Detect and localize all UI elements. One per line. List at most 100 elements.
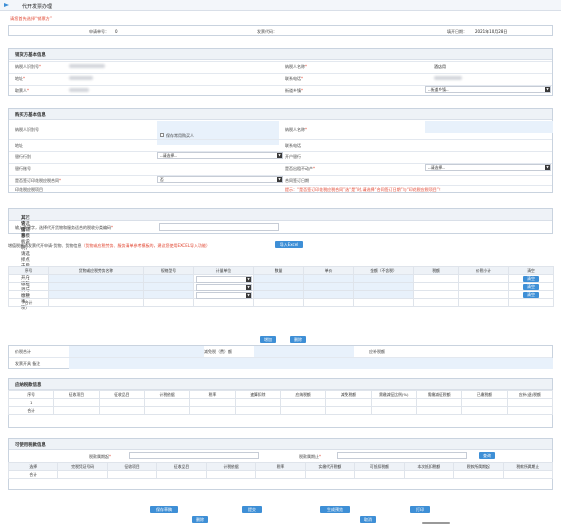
select-hint: 请您首先选择“销票方”: [10, 16, 53, 21]
account-label: 银行账号: [15, 166, 31, 171]
col-price: 单价: [303, 266, 354, 275]
col-reduction: 减免税额: [325, 390, 372, 399]
other-info-section: 其它信息 （若请选择辅导模板说明，请选择点击后选择开户缴税调与缴税事项） 输入关键…: [8, 208, 553, 311]
col-amount: 金额（不含税）: [353, 266, 414, 275]
stamp-hint: 提示：“是否签订印花税应税合同”选“是”时,请选择“合同签订日期”与“印花税应税…: [285, 187, 443, 192]
table-row: 2 ▼ 清空: [8, 282, 554, 291]
chevron-down-icon: ▼: [277, 153, 282, 158]
table-row: 1: [7, 398, 554, 407]
deduct-table: 选择 完税凭证号码 征收项目 征收品目 计税依据 税率 实缴代开税额 可抵扣税额…: [7, 462, 554, 479]
col-levy-item: 征收项目: [106, 462, 158, 471]
chevron-down-icon: ▼: [545, 165, 550, 170]
chevron-down-icon: ▼: [246, 277, 251, 282]
period-start-label: 税款属期起*: [89, 454, 111, 459]
remark-label: 发票开具 备注: [15, 361, 41, 366]
table-row: 1 ▼ 清空: [8, 274, 554, 283]
fill-date-label: 填开日期：: [447, 28, 467, 34]
apply-no-value: 0: [115, 28, 118, 34]
delete-row-button[interactable]: 删除: [290, 336, 306, 343]
tax-table: 序号 征收项目 征收品目 计税依据 税率 速算扣除 应纳税额 减免税额 需缴减征…: [7, 390, 554, 415]
period-start-input[interactable]: [129, 452, 259, 459]
save-common-checkbox[interactable]: [160, 133, 164, 137]
invoice-code-label: 发票代码：: [257, 28, 277, 34]
save-draft-button[interactable]: 保存草稿: [150, 506, 178, 513]
col-reduce-ratio: 需缴减征比例(%): [370, 390, 417, 399]
print-button[interactable]: 打印: [410, 506, 430, 513]
col-levy-subitem: 征收品目: [156, 462, 207, 471]
clear-row-button[interactable]: 清空: [523, 283, 539, 290]
rent-flag-label: 是否出租不动产*: [285, 166, 315, 171]
branch-label: 开户银行: [285, 154, 301, 159]
bank-select[interactable]: --请选择-- ▼: [157, 152, 283, 159]
total-row: 合计: [7, 406, 554, 415]
col-no: 序号: [8, 266, 49, 275]
township-select[interactable]: --街道乡镇-- ▼: [425, 86, 551, 93]
play-arrow-icon: [4, 3, 9, 7]
col-no: 序号: [7, 390, 55, 399]
col-deductible: 可抵扣税额: [354, 462, 405, 471]
keyword-input[interactable]: [159, 223, 279, 231]
col-tax-due: 应纳税额: [279, 390, 327, 399]
col-rate: 税率: [189, 390, 236, 399]
col-period-start: 税款所属期起: [453, 462, 504, 471]
stamp-item-label: 印花税应税项目: [15, 187, 43, 192]
col-rate: 税率: [255, 462, 306, 471]
import-excel-button[interactable]: 导入Excel: [275, 241, 303, 248]
invoice-header-row: 申请单号： 0 发票代码： 填开日期： 2021年10月28日: [8, 25, 553, 36]
col-paid-tax: 实缴代开税额: [304, 462, 356, 471]
query-button[interactable]: 查询: [479, 452, 495, 459]
buyer-name-label: 纳税人名称*: [285, 127, 307, 132]
reduction-label: 减免税（费）额: [204, 349, 232, 354]
total-row: 合计: [7, 470, 554, 479]
seller-address-label: 地址*: [15, 76, 25, 81]
unit-select[interactable]: ▼: [196, 292, 252, 299]
seller-phone-label: 联系电话*: [285, 76, 303, 81]
preview-button[interactable]: 生成预览: [320, 506, 350, 513]
seller-name-label: 纳税人名称*: [285, 64, 307, 69]
col-voucher-no: 完税凭证号码: [57, 462, 108, 471]
ticket-party-label: 取票人*: [15, 88, 29, 93]
buyer-phone-label: 联系电话: [285, 143, 301, 148]
keyword-label: 输入关键字，选择代开货物和服务适合的税收分类编码*: [15, 225, 113, 230]
submit-button[interactable]: 提交: [242, 506, 262, 513]
buyer-section-title: 购买方基本信息: [15, 113, 46, 118]
cancel-button[interactable]: 取消: [360, 516, 376, 523]
buyer-taxid-label: 纳税人识别号: [15, 127, 39, 132]
col-levy-subitem: 征收品目: [98, 390, 145, 399]
summary-section: 价税合计 减免税（费）额 应补税额 发票开具 备注: [8, 345, 553, 369]
stamp-contract-select[interactable]: 否 ▼: [157, 176, 283, 183]
seller-section-title: 销货方基本信息: [15, 53, 46, 58]
chevron-down-icon: ▼: [246, 293, 251, 298]
col-period-end: 税款所属期止: [502, 462, 554, 471]
col-basis: 计税依据: [143, 390, 191, 399]
col-refund: 应补(退)税额: [506, 390, 554, 399]
col-goods-name: 货物或应税劳务名称: [48, 266, 144, 275]
table-row: 3 ▼ 清空: [8, 290, 554, 299]
seller-phone-value: [434, 76, 462, 80]
ticket-party-value: [69, 88, 89, 92]
buyer-address-label: 地址: [15, 143, 23, 148]
rent-flag-select[interactable]: --请选择-- ▼: [425, 164, 551, 171]
page-title: 代开发票办理: [22, 3, 53, 10]
chevron-down-icon: ▼: [277, 177, 282, 182]
import-hint: 增值税普通发票代开申请-货物、货物信息（货物或应税劳务、服务清单参考模板的，建议…: [8, 243, 210, 248]
col-clear: 清空: [508, 266, 554, 275]
apply-no-label: 申请单号：: [89, 28, 109, 34]
period-end-input[interactable]: [337, 452, 467, 459]
township-label: 街道乡镇*: [285, 88, 303, 93]
col-unit: 计量单位: [193, 266, 254, 275]
delete-button[interactable]: 删除: [192, 516, 208, 523]
col-paid: 已缴税额: [461, 390, 508, 399]
deduct-section-title: 可使用税款信息: [15, 443, 46, 448]
bank-label: 银行行别: [15, 154, 31, 159]
fill-date-value: 2021年10月28日: [475, 28, 508, 34]
title-bar: 代开发票办理: [0, 0, 561, 11]
clear-row-button[interactable]: 清空: [523, 291, 539, 298]
add-row-button[interactable]: 增加: [260, 336, 276, 343]
seller-taxid-label: 纳税人识别号*: [15, 64, 41, 69]
scroll-indicator[interactable]: [422, 522, 450, 524]
clear-row-button[interactable]: 清空: [523, 275, 539, 282]
col-levy-item: 征收项目: [53, 390, 100, 399]
seller-address-value: [69, 76, 93, 80]
chevron-down-icon: ▼: [246, 285, 251, 290]
